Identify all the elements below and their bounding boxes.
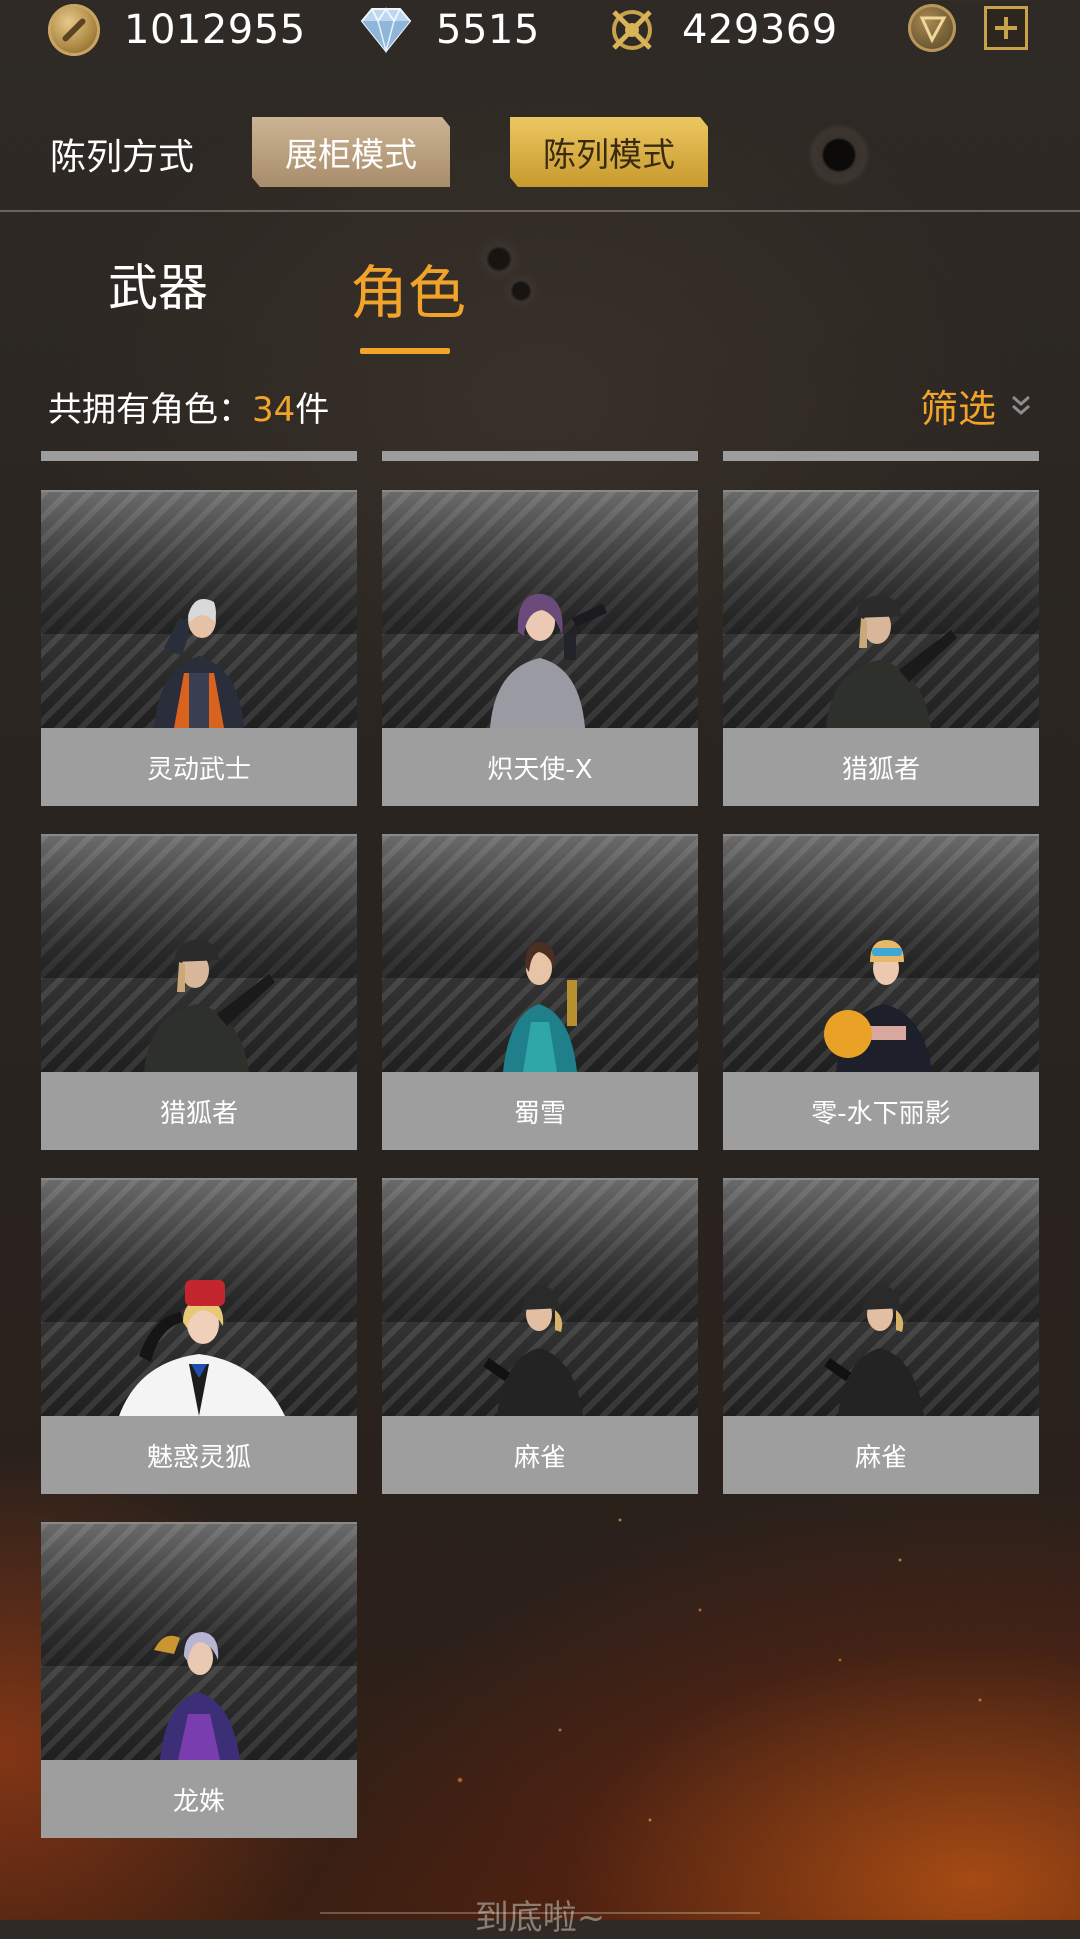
character-card[interactable]: 灵动武士 bbox=[41, 490, 357, 806]
character-card[interactable]: 蜀雪 bbox=[382, 834, 698, 1150]
character-portrait bbox=[382, 490, 698, 728]
character-card[interactable]: 麻雀 bbox=[723, 1178, 1039, 1494]
character-name: 麻雀 bbox=[382, 1416, 698, 1494]
owned-count-number: 34 bbox=[252, 390, 296, 430]
header-divider bbox=[0, 210, 1080, 212]
scrolled-card-edge bbox=[382, 451, 698, 461]
character-card[interactable]: 麻雀 bbox=[382, 1178, 698, 1494]
add-currency-button[interactable] bbox=[984, 6, 1028, 50]
character-card[interactable]: 零-水下丽影 bbox=[723, 834, 1039, 1150]
character-portrait bbox=[382, 834, 698, 1072]
character-figure bbox=[824, 1286, 924, 1416]
character-figure bbox=[154, 599, 244, 728]
double-chevron-down-icon bbox=[1010, 391, 1032, 421]
currency-bar: 1012955 5515 429369 bbox=[0, 0, 1080, 64]
gold-amount: 1012955 bbox=[124, 7, 306, 53]
scrolled-card-edge bbox=[41, 451, 357, 461]
character-portrait bbox=[41, 1522, 357, 1760]
character-portrait bbox=[723, 1178, 1039, 1416]
filter-label: 筛选 bbox=[919, 387, 996, 431]
character-card[interactable]: 龙姝 bbox=[41, 1522, 357, 1838]
character-card[interactable]: 魅惑灵狐 bbox=[41, 1178, 357, 1494]
character-portrait bbox=[41, 490, 357, 728]
filter-button[interactable]: 筛选 bbox=[920, 378, 1032, 433]
diamond-currency: 5515 bbox=[360, 4, 540, 56]
character-figure bbox=[824, 940, 932, 1072]
character-portrait bbox=[723, 490, 1039, 728]
character-card[interactable]: 炽天使-X bbox=[382, 490, 698, 806]
owned-count: 共拥有角色：34件 bbox=[48, 382, 329, 431]
bullet-hole-decoration bbox=[502, 272, 540, 310]
character-name: 零-水下丽影 bbox=[723, 1072, 1039, 1150]
display-mode-label: 陈列方式 bbox=[50, 137, 195, 178]
medal-amount: 429369 bbox=[682, 7, 838, 53]
character-name: 炽天使-X bbox=[382, 728, 698, 806]
rank-emblem-icon[interactable] bbox=[908, 4, 956, 52]
tab-role[interactable]: 角色 bbox=[350, 246, 466, 330]
showcase-mode-button[interactable]: 展柜模式 bbox=[252, 117, 450, 187]
diamond-icon bbox=[360, 4, 412, 56]
character-name: 龙姝 bbox=[41, 1760, 357, 1838]
character-figure bbox=[503, 942, 577, 1072]
owned-count-suffix: 件 bbox=[295, 390, 330, 430]
character-portrait bbox=[41, 834, 357, 1072]
diamond-amount: 5515 bbox=[436, 7, 540, 53]
character-figure bbox=[154, 1632, 240, 1760]
list-mode-button[interactable]: 陈列模式 bbox=[510, 117, 708, 187]
character-figure bbox=[483, 1286, 583, 1416]
list-end-text: 到底啦~ bbox=[474, 1898, 606, 1938]
character-portrait bbox=[382, 1178, 698, 1416]
scrolled-card-edge bbox=[723, 451, 1039, 461]
gold-currency: 1012955 bbox=[48, 4, 306, 56]
crossed-swords-medal-icon bbox=[606, 4, 658, 56]
character-name: 麻雀 bbox=[723, 1416, 1039, 1494]
character-figure bbox=[826, 596, 957, 728]
character-figure bbox=[490, 593, 608, 728]
tab-weapon[interactable]: 武器 bbox=[108, 248, 208, 320]
character-card[interactable]: 猎狐者 bbox=[723, 490, 1039, 806]
character-name: 魅惑灵狐 bbox=[41, 1416, 357, 1494]
gold-coin-icon bbox=[48, 4, 100, 56]
character-name: 蜀雪 bbox=[382, 1072, 698, 1150]
character-name: 灵动武士 bbox=[41, 728, 357, 806]
medal-currency: 429369 bbox=[606, 4, 838, 56]
list-end-divider bbox=[320, 1912, 760, 1914]
character-name: 猎狐者 bbox=[41, 1072, 357, 1150]
bullet-hole-decoration bbox=[808, 124, 870, 186]
owned-count-prefix: 共拥有角色： bbox=[48, 390, 252, 430]
character-name: 猎狐者 bbox=[723, 728, 1039, 806]
character-card[interactable]: 猎狐者 bbox=[41, 834, 357, 1150]
character-portrait bbox=[41, 1178, 357, 1416]
active-tab-indicator bbox=[360, 348, 450, 354]
character-figure bbox=[119, 1280, 285, 1416]
character-figure bbox=[144, 940, 275, 1072]
character-portrait bbox=[723, 834, 1039, 1072]
